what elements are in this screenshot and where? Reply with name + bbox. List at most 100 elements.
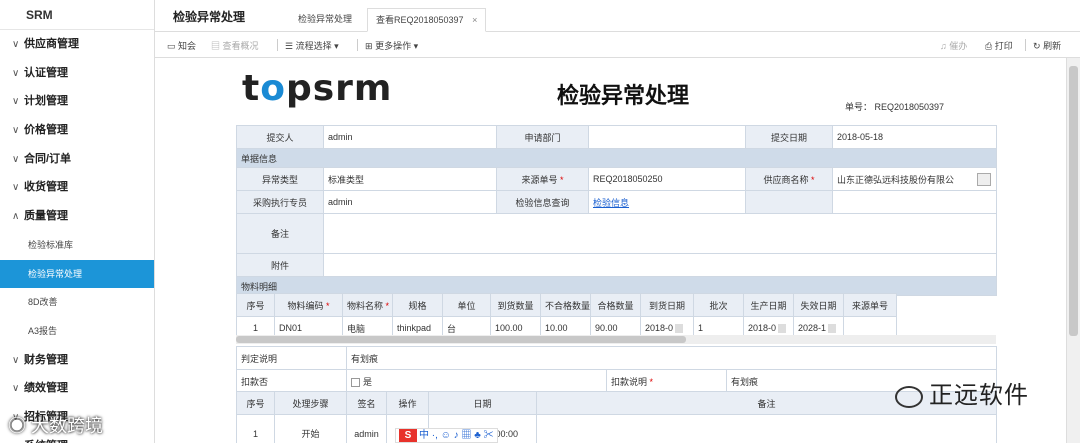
table-row: 1开始admin2018-05-18 00:00 (236, 414, 997, 443)
tab-view-document[interactable]: 查看REQ2018050397 × (367, 8, 487, 32)
watermark-source: ◉ 大数跨境 (8, 416, 104, 436)
flow-col-header: 序号 (236, 391, 275, 415)
close-icon[interactable]: × (472, 15, 477, 25)
notify-icon: ▭ (167, 41, 176, 51)
sidebar-item-label: 合同/订单 (24, 152, 72, 165)
bell-icon: ♫ (940, 41, 947, 51)
deduct-note-label: 扣款说明 * (606, 369, 727, 393)
judge-value[interactable]: 有划痕 (345, 346, 998, 370)
supplier-field[interactable]: 山东正德弘远科技股份有限公 (832, 167, 997, 191)
attachment-field[interactable] (323, 253, 997, 277)
sidebar-item-label: 绩效管理 (24, 382, 68, 395)
material-col-label: 批次 (709, 300, 728, 311)
wechat-icon (895, 385, 923, 408)
deduct-label: 扣款否 (236, 369, 347, 393)
material-col-label: 到货数量 (497, 300, 534, 311)
inspect-info-link[interactable]: 检验信息 (593, 198, 629, 208)
calendar-icon[interactable] (675, 324, 684, 334)
chevron-icon: ∨ (12, 383, 20, 395)
section-document-info: 单据信息 (236, 148, 997, 168)
exception-type-value[interactable]: 标准类型 (323, 167, 497, 191)
sidebar-item-4[interactable]: ∨ 合同/订单 (0, 145, 154, 174)
process-icon: ☰ (285, 41, 294, 51)
material-col-header: 失效日期 (793, 293, 844, 317)
sidebar-item-label: 价格管理 (24, 124, 68, 137)
material-col-label: 序号 (246, 300, 265, 311)
scrollbar-thumb[interactable] (1069, 66, 1078, 336)
material-cell-value: 电脑 (347, 323, 366, 334)
material-cell-value: thinkpad (397, 323, 432, 333)
scrollbar-thumb[interactable] (236, 336, 686, 343)
material-col-label: 失效日期 (800, 300, 837, 311)
material-col-header: 序号 (236, 293, 275, 317)
sidebar-subitem-0[interactable]: 检验标准库 (0, 231, 154, 260)
sidebar-item-label: 供应商管理 (24, 38, 79, 50)
sidebar-item-after-1[interactable]: ∨ 绩效管理 (0, 374, 154, 403)
remark-field[interactable] (323, 213, 997, 254)
tab-inspection-exception[interactable]: 检验异常处理 (290, 8, 360, 32)
material-cell-value: 台 (447, 323, 457, 334)
more-icon: ⊞ (365, 41, 373, 51)
flow-col-header: 签名 (346, 391, 387, 415)
toolbar: ▭ 知会 ▤ 查看概况 ☰ 流程选择 ▾ ⊞ 更多操作 ▾ ♫ 催办 ⎙ 打印 … (155, 32, 1080, 58)
overview-icon: ▤ (211, 41, 221, 51)
material-col-header: 不合格数量 (540, 293, 591, 317)
sidebar-item-2[interactable]: ∨ 计划管理 (0, 87, 154, 116)
sidebar-item-0[interactable]: ∨ 供应商管理 (0, 30, 154, 59)
sidebar-item-label: 收货管理 (24, 181, 68, 194)
more-actions-button[interactable]: ⊞ 更多操作 ▾ (365, 39, 418, 52)
sidebar-subitem-2[interactable]: 8D改善 (0, 288, 154, 317)
calendar-icon[interactable] (828, 324, 837, 334)
sidebar: SRM ∨ 供应商管理 ∨ 认证管理 ∨ 计划管理 ∨ 价格管理 ∨ 合同/订单 ∨ 收货管理 ∧ 质量管… (0, 0, 155, 443)
empty-label (745, 190, 833, 214)
material-cell-value: 10.00 (545, 323, 568, 333)
supplier-picker-button[interactable] (977, 172, 991, 186)
chevron-icon: ∨ (12, 182, 20, 194)
vertical-scrollbar[interactable] (1066, 58, 1080, 443)
material-col-header: 单位 (442, 293, 491, 317)
source-no-value[interactable]: REQ2018050250 (588, 167, 746, 191)
chevron-icon: ∨ (12, 39, 20, 50)
material-col-label: 物料编码 (287, 300, 324, 311)
sidebar-item-after-0[interactable]: ∨ 财务管理 (0, 346, 154, 375)
sidebar-item-5[interactable]: ∨ 收货管理 (0, 173, 154, 202)
sidebar-subitem-1[interactable]: 检验异常处理 (0, 259, 154, 289)
notify-button[interactable]: ▭ 知会 (167, 39, 196, 52)
submitter-label: 提交人 (236, 125, 324, 149)
chevron-icon: ∧ (12, 211, 20, 223)
buyer-value[interactable]: admin (323, 190, 497, 214)
flow-cell (536, 414, 997, 443)
process-flow-table: 序号处理步骤签名操作日期备注 1开始admin2018-05-18 00:00 (236, 391, 997, 443)
material-cell-value: 100.00 (495, 323, 523, 333)
urge-button[interactable]: ♫ 催办 (940, 39, 967, 52)
material-cell-value: 90.00 (595, 323, 618, 333)
material-cell-value: 1 (252, 323, 258, 333)
calendar-icon[interactable] (778, 324, 787, 334)
material-cell-value: 2018-0 (645, 322, 674, 333)
sidebar-item-label: 财务管理 (24, 353, 68, 366)
sidebar-item-3[interactable]: ∨ 价格管理 (0, 116, 154, 145)
empty-value (832, 190, 997, 214)
material-horizontal-scrollbar[interactable] (236, 335, 996, 344)
deduct-checkbox[interactable] (351, 377, 360, 387)
sidebar-item-1[interactable]: ∨ 认证管理 (0, 59, 154, 88)
chevron-icon: ∨ (12, 153, 20, 165)
view-overview-button[interactable]: ▤ 查看概况 (211, 39, 259, 52)
submit-date-label: 提交日期 (745, 125, 833, 149)
sidebar-subitem-3[interactable]: A3报告 (0, 317, 154, 346)
refresh-button[interactable]: ↻ 刷新 (1033, 39, 1061, 52)
flow-col-header: 日期 (428, 391, 537, 415)
material-cell-value: 2018-0 (748, 322, 777, 333)
ime-toolbar[interactable]: S中 ·, ☺ ♪ ▦ ♣ ✂ (395, 428, 498, 443)
source-no-label: 来源单号 * (496, 167, 589, 191)
inspect-query-label: 检验信息查询 (496, 190, 589, 214)
deduct-field[interactable]: 是 (346, 369, 607, 393)
inspect-query-cell: 检验信息 (588, 190, 746, 214)
buyer-label: 采购执行专员 (236, 190, 324, 214)
process-select-button[interactable]: ☰ 流程选择 ▾ (285, 39, 339, 52)
print-button[interactable]: ⎙ 打印 (985, 39, 1013, 52)
material-col-label: 不合格数量 (545, 300, 591, 311)
top-bar: 检验异常处理 检验异常处理 查看REQ2018050397 × (155, 0, 1080, 32)
sidebar-item-6[interactable]: ∧ 质量管理 (0, 202, 154, 231)
material-col-label: 物料名称 (347, 300, 384, 311)
